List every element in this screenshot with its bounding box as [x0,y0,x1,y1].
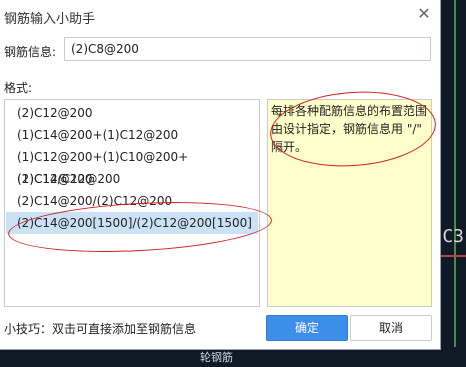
rebar-info-input[interactable] [64,37,431,61]
list-item[interactable]: (2)C12@200 [6,102,258,124]
hint-text: 每排各种配筋信息的布置范围由设计指定，钢筋信息用 "/" 隔开。 [271,104,428,154]
format-list[interactable]: (2)C12@200 (1)C14@200+(1)C12@200 (1)C12@… [4,99,260,307]
cad-label: C3 [442,226,464,247]
list-item[interactable]: (1)C12@200+(1)C10@200+(1)C12@200 [6,146,258,186]
cad-bottom-text: 轮钢筋 [200,351,233,364]
list-item[interactable]: (2)C14@200/(2)C12@200 [6,190,258,212]
dialog-title: 钢筋输入小助手 [4,12,96,27]
ok-button[interactable]: 确定 [266,315,348,341]
close-button[interactable]: ✕ [414,4,434,24]
cad-bottom-strip [0,347,466,367]
format-label: 格式: [4,81,33,95]
hint-box: 每排各种配筋信息的布置范围由设计指定，钢筋信息用 "/" 隔开。 [267,99,432,307]
close-icon: ✕ [417,4,431,23]
rebar-input-dialog: 钢筋输入小助手 ✕ 钢筋信息: 格式: (2)C12@200 (1)C14@20… [0,0,441,350]
tip-text: 小技巧：双击可直接添加至钢筋信息 [4,322,197,336]
rebar-info-label: 钢筋信息: [4,45,57,59]
list-item-selected[interactable]: (2)C14@200[1500]/(2)C12@200[1500] [6,212,258,234]
cad-line [454,0,456,367]
cancel-button[interactable]: 取消 [350,315,432,341]
list-item[interactable]: (2)C14/C12@200 [6,168,258,190]
list-item[interactable]: (1)C14@200+(1)C12@200 [6,124,258,146]
